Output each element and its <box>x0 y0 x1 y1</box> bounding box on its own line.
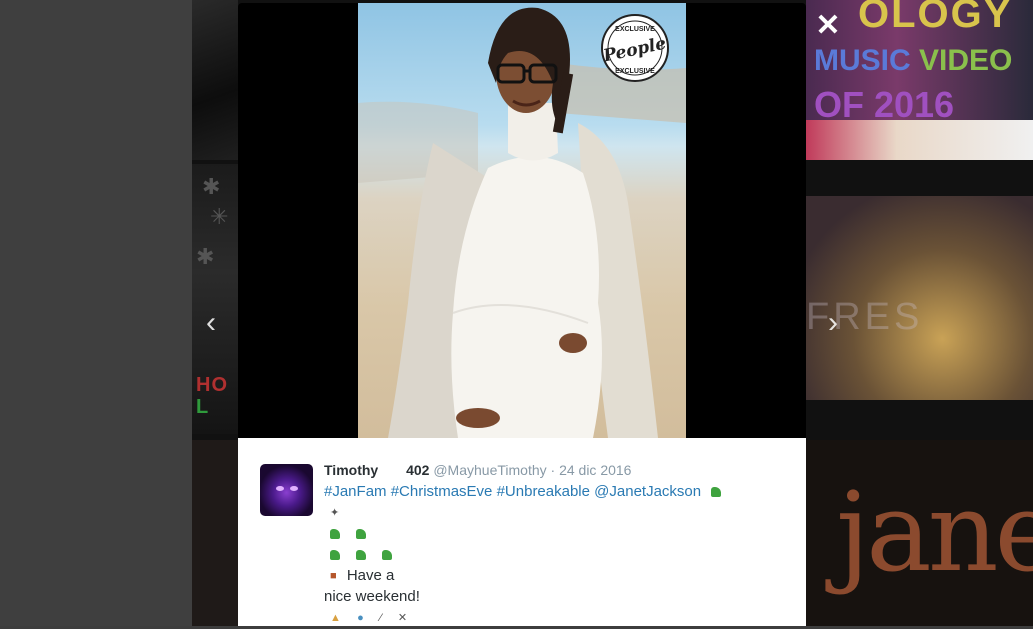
grid-tile-album[interactable]: jane <box>806 440 1033 626</box>
grid-tile-top-left[interactable] <box>192 0 238 160</box>
tile-title-2: MUSIC VIDEO <box>814 44 1013 77</box>
sparkle-emoji-icon: ✕ <box>397 612 408 625</box>
christmas-tree-emoji-icon <box>711 487 722 498</box>
snowflake-icon: ✳ <box>210 204 229 229</box>
tweet-line-weekend: nice weekend! <box>324 588 420 605</box>
christmas-tree-emoji-icon <box>356 529 367 540</box>
snowflake-icon: ✱ <box>202 174 221 199</box>
gift-emoji-icon: ■ <box>330 570 337 583</box>
left-backdrop <box>0 0 192 626</box>
avatar-eye-left <box>276 486 284 491</box>
badge-bottom-text: EXCLUSIVE <box>615 68 655 75</box>
photo-illustration: EXCLUSIVE People EXCLUSIVE <box>358 7 686 438</box>
christmas-tree-emoji-icon <box>356 550 367 561</box>
christmas-tree-emoji-icon <box>330 550 340 561</box>
mention-link[interactable]: @JanetJackson <box>594 483 701 500</box>
grid-tile-holiday[interactable]: ✱ ✳ ✱ HO L <box>192 164 238 434</box>
grid-tile-trees[interactable]: FRES <box>806 196 1033 400</box>
tweet-photo[interactable]: EXCLUSIVE People EXCLUSIVE <box>358 3 686 438</box>
tile-title-1: OLOGY <box>858 0 1013 36</box>
previous-arrow-icon[interactable]: ‹ <box>196 308 226 338</box>
hashtag-link[interactable]: #ChristmasEve <box>391 483 493 500</box>
avatar-eye-right <box>290 486 298 491</box>
candle-emoji-icon: ▲ <box>330 612 341 625</box>
hashtag-link[interactable]: #JanFam <box>324 483 387 500</box>
holiday-text-2: L <box>196 396 209 418</box>
tweet-panel: Timothy 402 @MayhueTimothy · 24 dic 2016… <box>238 438 806 626</box>
holiday-text-1: HO <box>196 374 228 396</box>
star-emoji-icon: ✦ <box>330 507 340 520</box>
wand-emoji-icon: ⁄ <box>379 612 382 625</box>
grid-tile-bottom-left[interactable] <box>192 440 238 626</box>
tweet-header: Timothy 402 @MayhueTimothy · 24 dic 2016 <box>324 460 784 480</box>
display-name[interactable]: Timothy <box>324 462 378 478</box>
tweet-text: #JanFam #ChristmasEve #Unbreakable @Jane… <box>324 482 784 629</box>
globe-emoji-icon: ● <box>357 612 364 625</box>
badge-top-text: EXCLUSIVE <box>615 26 655 33</box>
tile-photo-band <box>806 120 1033 160</box>
user-count: 402 <box>406 462 430 478</box>
tweet-line-have-a: Have a <box>346 567 395 584</box>
hashtag-link[interactable]: #Unbreakable <box>497 483 590 500</box>
handle-and-date[interactable]: @MayhueTimothy · 24 dic 2016 <box>433 462 631 478</box>
tweet-body: Timothy 402 @MayhueTimothy · 24 dic 2016… <box>324 460 784 629</box>
modal-media-panel: EXCLUSIVE People EXCLUSIVE <box>238 3 806 438</box>
next-arrow-icon[interactable]: › <box>818 308 848 338</box>
christmas-tree-emoji-icon <box>382 550 393 561</box>
avatar[interactable] <box>260 464 313 516</box>
christmas-tree-emoji-icon <box>330 529 340 540</box>
album-title-text: jane <box>836 468 1033 596</box>
close-icon[interactable]: ✕ <box>812 10 844 42</box>
snowflake-icon: ✱ <box>196 244 215 269</box>
